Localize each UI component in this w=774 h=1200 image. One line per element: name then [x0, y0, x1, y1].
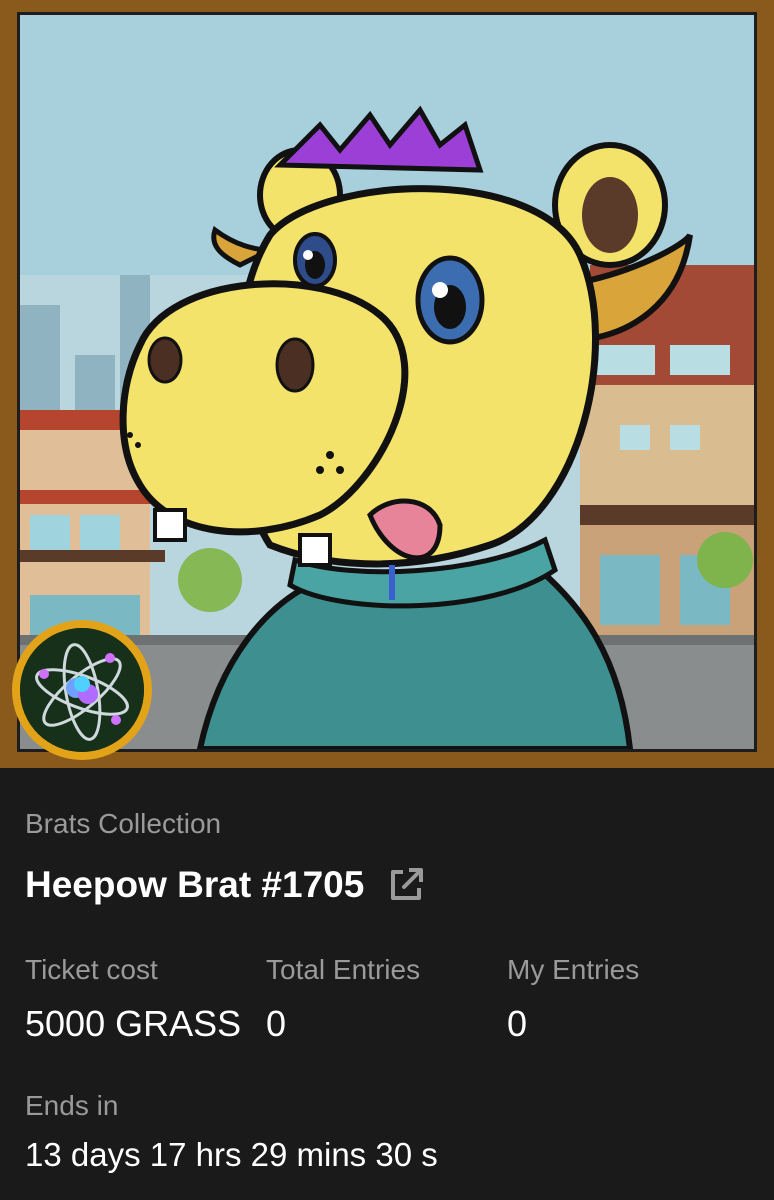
- ends-in-label: Ends in: [25, 1090, 119, 1121]
- nft-title: Heepow Brat #1705: [25, 864, 365, 905]
- ticket-cost-value: 5000 GRASS: [25, 1003, 242, 1044]
- external-link-icon[interactable]: [387, 866, 425, 904]
- ticket-cost-label: Ticket cost: [25, 954, 158, 985]
- my-entries-label: My Entries: [507, 954, 640, 985]
- collection-name: Brats Collection: [25, 808, 222, 839]
- atom-icon: [20, 628, 144, 752]
- countdown-timer: 13 days 17 hrs 29 mins 30 s: [25, 1136, 438, 1173]
- collection-badge[interactable]: [12, 620, 152, 760]
- raffle-info: Brats Collection Heepow Brat #1705 Ticke…: [0, 768, 774, 1200]
- raffle-card: Brats Collection Heepow Brat #1705 Ticke…: [0, 0, 774, 1200]
- total-entries-value: 0: [266, 1003, 287, 1044]
- my-entries-value: 0: [507, 1003, 528, 1044]
- total-entries-label: Total Entries: [266, 954, 421, 985]
